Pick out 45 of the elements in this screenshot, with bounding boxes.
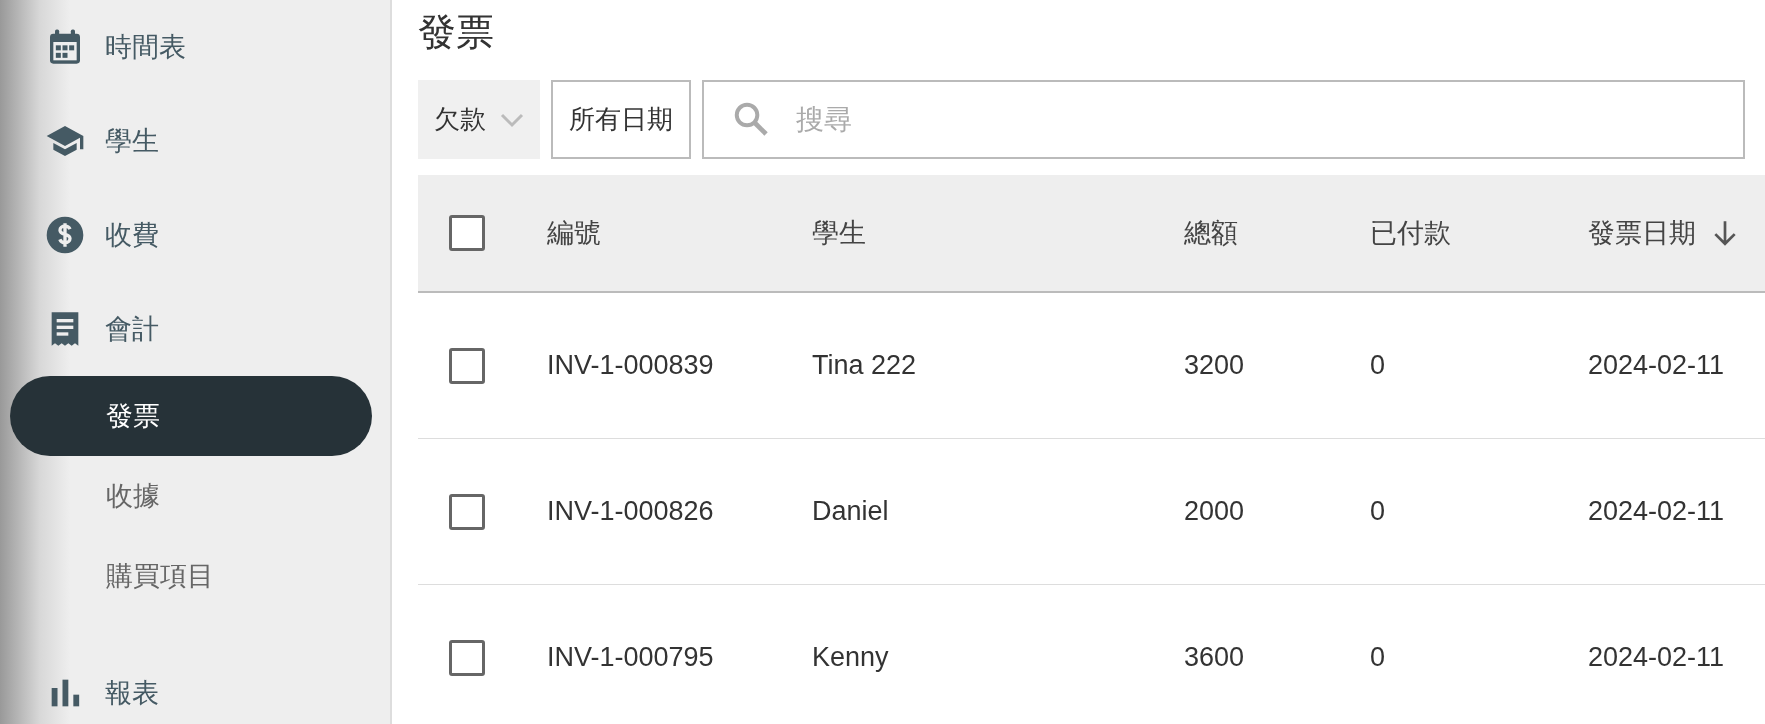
column-header[interactable]: 學生 [812,212,866,254]
column-header[interactable]: 已付款 [1370,212,1451,254]
dollar-icon [45,215,85,255]
sidebar-item[interactable]: 時間表 [0,0,390,94]
column-header[interactable]: 總額 [1184,212,1238,254]
sidebar-item[interactable]: 學生 [0,94,390,188]
date-filter-button[interactable]: 所有日期 [551,80,691,159]
table-cell: Daniel [812,496,889,527]
status-dropdown[interactable]: 欠款 [418,80,540,159]
sidebar-item-label: 學生 [105,124,159,158]
table-cell: 2000 [1184,496,1245,527]
select-all-checkbox[interactable] [449,215,485,251]
table-cell: 0 [1370,642,1386,673]
row-checkbox[interactable] [449,493,485,530]
table-cell: 3200 [1184,350,1245,381]
sidebar-item-label: 收費 [105,218,159,252]
column-header[interactable]: 編號 [547,212,601,254]
table-cell: Kenny [812,642,889,673]
table-cell: INV-1-000826 [547,496,714,527]
sidebar-item-label: 報表 [105,676,159,710]
table-cell: 2024-02-11 [1588,350,1725,381]
sidebar-item-label: 會計 [105,312,159,346]
row-checkbox[interactable] [449,639,485,676]
sidebar-item[interactable]: 報表 [0,646,390,724]
sidebar-subitem[interactable]: 購買項目 [10,536,372,616]
table-cell: 2024-02-11 [1588,642,1725,673]
sidebar-subitem[interactable]: 收據 [10,456,372,536]
table-cell: INV-1-000795 [547,642,714,673]
sidebar-item[interactable]: 會計 [0,282,390,376]
sidebar-subitem[interactable]: 發票 [10,376,372,456]
table-cell: 3600 [1184,642,1245,673]
search-field[interactable]: 搜尋 [702,80,1745,159]
table-cell: 0 [1370,496,1386,527]
search-icon [732,100,770,138]
row-checkbox[interactable] [449,347,485,384]
table-cell: 2024-02-11 [1588,496,1725,527]
chevron-down-icon [500,111,524,128]
sidebar-item-label: 時間表 [105,30,186,64]
table-cell: INV-1-000839 [547,350,714,381]
page-title: 發票 [418,10,495,55]
sort-arrow-icon[interactable] [1712,219,1738,247]
table-cell: 0 [1370,350,1386,381]
sidebar-item[interactable]: 收費 [0,188,390,282]
column-header[interactable]: 發票日期 [1588,212,1696,254]
table-cell: Tina 222 [812,350,917,381]
